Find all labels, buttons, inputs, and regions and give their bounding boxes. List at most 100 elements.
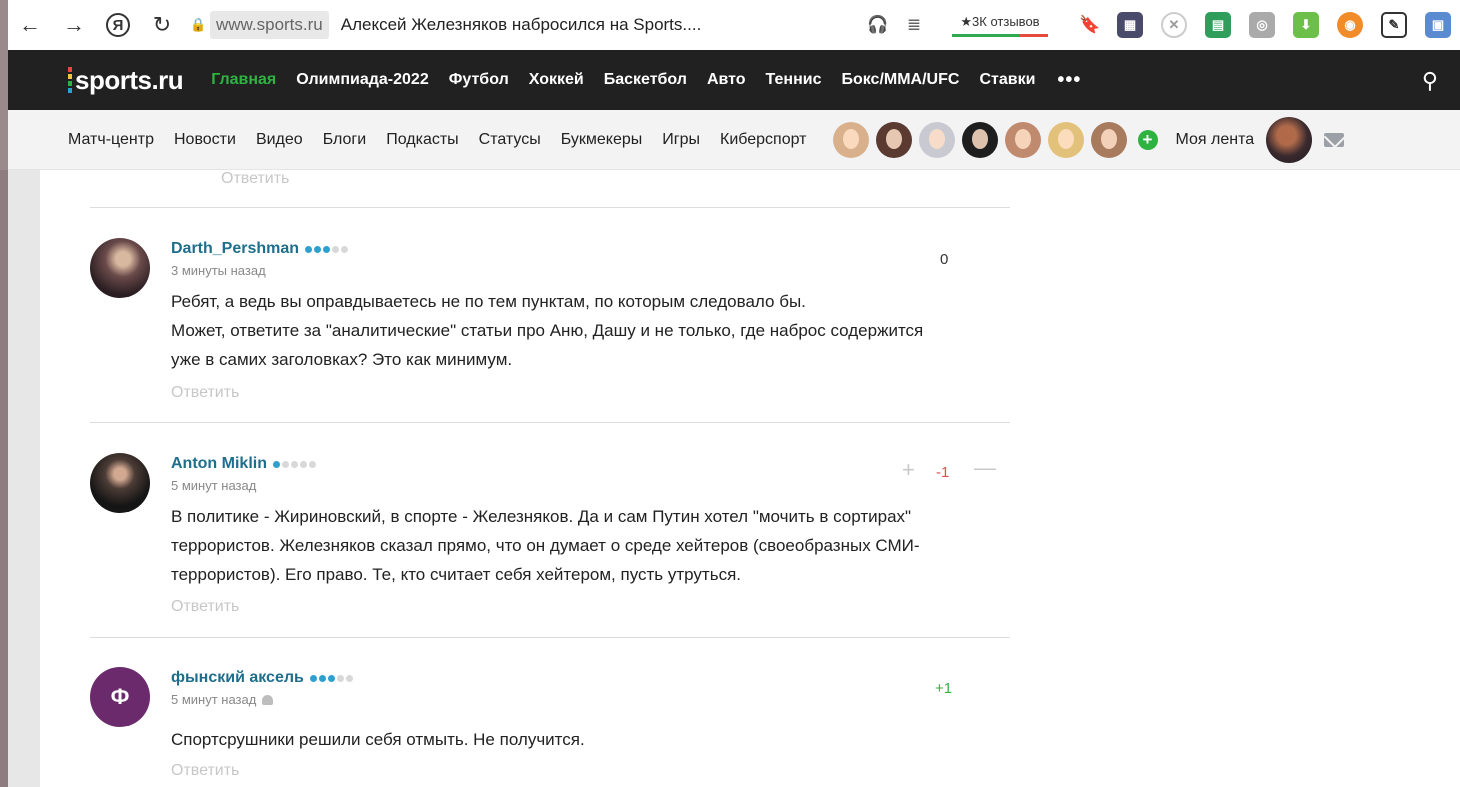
comment-line: террористов). Его право. Те, кто считает… <box>171 565 742 584</box>
comment-text: В политике - Жириновский, в спорте - Жел… <box>171 502 1011 589</box>
sports-logo[interactable]: sports.ru <box>68 64 184 96</box>
favorite-avatar[interactable] <box>1047 121 1084 158</box>
favorite-avatar[interactable] <box>1004 121 1041 158</box>
reviews-badge[interactable]: ★3К отзывов <box>952 14 1048 37</box>
sub-nav-item[interactable]: Киберспорт <box>720 131 806 149</box>
comment-rating: -1 <box>936 464 950 481</box>
favorite-avatar[interactable] <box>1090 121 1127 158</box>
reply-button[interactable]: Ответить <box>171 762 239 780</box>
comment-line: Спортсрушники решили себя отмыть. Не пол… <box>171 730 585 749</box>
comment-line: Ребят, а ведь вы оправдываетесь не по те… <box>171 292 806 311</box>
comment-author[interactable]: фынский аксель <box>171 669 353 687</box>
sub-nav-item[interactable]: Видео <box>256 131 303 149</box>
extension-icon[interactable]: ▦ <box>1117 12 1143 38</box>
page-gutter <box>0 170 40 787</box>
top-nav-item[interactable]: Футбол <box>449 71 509 89</box>
comment-text: Спортсрушники решили себя отмыть. Не пол… <box>171 725 1011 754</box>
sub-nav-item[interactable]: Матч-центр <box>68 131 154 149</box>
forward-button[interactable]: → <box>52 0 96 50</box>
favorite-avatar[interactable] <box>918 121 955 158</box>
author-name: Anton Miklin <box>171 455 267 472</box>
top-nav-item[interactable]: Баскетбол <box>604 71 687 89</box>
android-icon <box>262 694 274 705</box>
reload-button[interactable]: ↻ <box>140 0 184 50</box>
headphones-icon[interactable]: 🎧 <box>863 10 893 40</box>
author-name: фынский аксель <box>171 669 304 686</box>
reviews-label: ★3К отзывов <box>960 13 1040 29</box>
logo-text: sports.ru <box>75 64 184 95</box>
comment-line: Может, ответите за "аналитические" стать… <box>171 321 924 340</box>
author-name: Darth_Pershman <box>171 240 300 257</box>
top-nav-item[interactable]: Теннис <box>766 71 822 89</box>
commenter-avatar[interactable]: Ф <box>90 667 150 727</box>
reply-button[interactable]: Ответить <box>171 384 239 402</box>
yandex-icon: Я <box>106 13 130 37</box>
extension-icon[interactable]: ▤ <box>1205 12 1231 38</box>
sub-nav-links: Матч-центр Новости Видео Блоги Подкасты … <box>68 131 827 149</box>
bookmark-icon[interactable]: 🔖 <box>1075 10 1105 40</box>
site-header: sports.ru Главная Олимпиада-2022 Футбол … <box>8 50 1460 110</box>
rating-dots-icon <box>305 245 349 253</box>
yandex-button[interactable]: Я <box>96 0 140 50</box>
reply-button[interactable]: Ответить <box>171 598 239 616</box>
page-title: Алексей Железняков набросился на Sports.… <box>340 15 702 34</box>
rating-dots-icon <box>309 674 353 682</box>
comment-line: В политике - Жириновский, в спорте - Жел… <box>171 507 912 526</box>
comment-divider <box>90 422 1010 423</box>
comment-divider <box>90 207 1010 208</box>
commenter-avatar[interactable] <box>90 238 150 298</box>
reply-button[interactable]: Ответить <box>221 170 289 188</box>
sub-nav-item[interactable]: Новости <box>174 131 236 149</box>
lock-icon: 🔒 <box>190 17 207 32</box>
back-button[interactable]: ← <box>8 0 52 50</box>
top-nav-item[interactable]: Главная <box>211 71 276 89</box>
top-nav: Главная Олимпиада-2022 Футбол Хоккей Бас… <box>211 71 1055 89</box>
top-nav-item[interactable]: Хоккей <box>529 71 584 89</box>
reader-mode-icon[interactable]: ≣ <box>899 10 929 40</box>
favorite-athletes <box>832 121 1134 158</box>
domain-label: www.sports.ru <box>210 11 329 39</box>
my-feed-link[interactable]: Моя лента <box>1176 131 1255 149</box>
address-bar[interactable]: 🔒 www.sports.ru Алексей Железняков набро… <box>190 10 701 40</box>
extension-icon[interactable]: ◉ <box>1337 12 1363 38</box>
sub-nav-item[interactable]: Статусы <box>479 131 541 149</box>
browser-extension-area: 🎧 ≣ ★3К отзывов 🔖 ▦ ✕ ▤ ◎ ⬇ ◉ ✎ ▣ <box>860 0 1460 50</box>
more-menu-button[interactable]: ••• <box>1057 69 1081 92</box>
favorite-avatar[interactable] <box>875 121 912 158</box>
favorite-avatar[interactable] <box>832 121 869 158</box>
downvote-button[interactable]: — <box>974 455 996 481</box>
top-nav-item[interactable]: Бокс/MMA/UFC <box>841 71 959 89</box>
top-nav-item[interactable]: Ставки <box>979 71 1035 89</box>
sub-nav-item[interactable]: Подкасты <box>386 131 458 149</box>
download-icon[interactable]: ⬇ <box>1293 12 1319 38</box>
favorite-avatar[interactable] <box>961 121 998 158</box>
sub-nav: Матч-центр Новости Видео Блоги Подкасты … <box>8 110 1460 170</box>
add-favorite-button[interactable]: + <box>1137 129 1158 150</box>
extension-icon[interactable]: ◎ <box>1249 12 1275 38</box>
browser-toolbar: ← → Я ↻ 🔒 www.sports.ru Алексей Железняк… <box>8 0 1460 50</box>
commenter-avatar[interactable] <box>90 453 150 513</box>
sub-nav-item[interactable]: Игры <box>662 131 700 149</box>
comment-text: Ребят, а ведь вы оправдываетесь не по те… <box>171 287 1011 374</box>
upvote-button[interactable]: + <box>902 457 915 483</box>
comment-line: уже в самих заголовках? Это как минимум. <box>171 350 513 369</box>
user-avatar[interactable] <box>1266 116 1313 163</box>
top-nav-item[interactable]: Авто <box>707 71 746 89</box>
comment-divider <box>90 637 1010 638</box>
image-icon[interactable]: ▣ <box>1425 12 1451 38</box>
extension-icon[interactable]: ✎ <box>1381 12 1407 38</box>
comment-rating: 0 <box>940 251 949 268</box>
comment-author[interactable]: Darth_Pershman <box>171 240 349 258</box>
extension-icon[interactable]: ✕ <box>1161 12 1187 38</box>
main-content: Ответить Darth_Pershman 3 минуты назад 0… <box>40 170 1460 787</box>
comment-author[interactable]: Anton Miklin <box>171 455 316 473</box>
comment-time: 3 минуты назад <box>171 263 266 278</box>
sub-nav-item[interactable]: Блоги <box>323 131 367 149</box>
comment-rating: +1 <box>935 680 953 697</box>
search-icon[interactable]: ⚲ <box>1422 68 1438 94</box>
mail-icon[interactable] <box>1324 132 1345 147</box>
top-nav-item[interactable]: Олимпиада-2022 <box>296 71 428 89</box>
sub-nav-item[interactable]: Букмекеры <box>561 131 643 149</box>
reviews-bar <box>952 33 1048 37</box>
comment-time-label: 5 минут назад <box>171 692 257 707</box>
